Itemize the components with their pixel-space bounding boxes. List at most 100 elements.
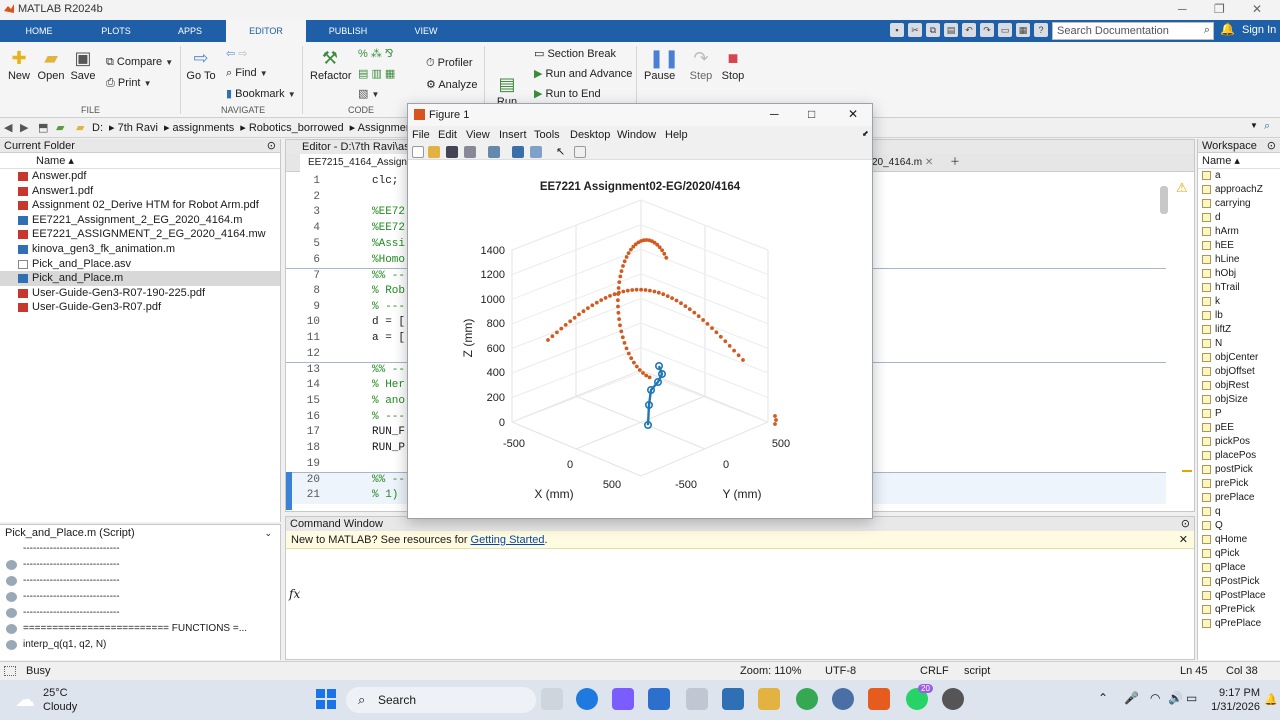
workspace-variable[interactable]: pEE (1198, 421, 1280, 435)
figure-minimize-icon[interactable]: ─ (770, 107, 779, 121)
help-icon[interactable]: ? (1034, 23, 1048, 37)
workspace-variable[interactable]: objCenter (1198, 351, 1280, 365)
copy-icon[interactable]: ⧉ (926, 23, 940, 37)
address-dropdown-icon[interactable]: ▼ (1250, 121, 1258, 130)
breadcrumb-item[interactable]: assignments (173, 122, 235, 134)
run-and-advance-button[interactable]: ▶ Run and Advance (534, 67, 632, 80)
code-tools-icons[interactable]: % ⁂ ⅋ (358, 47, 393, 60)
panel-menu-icon[interactable]: ⊙ (1267, 139, 1276, 153)
detail-line[interactable]: ----------------------------- (0, 557, 280, 573)
file-item[interactable]: EE7221_ASSIGNMENT_2_EG_2020_4164.mw (0, 227, 280, 242)
line-ending-status[interactable]: CRLF (920, 665, 949, 677)
cloud-weather-icon[interactable]: ☁ (15, 687, 35, 712)
workspace-variable[interactable]: objOffset (1198, 365, 1280, 379)
file-item[interactable]: EE7221_Assignment_2_EG_2020_4164.m (0, 213, 280, 228)
wifi-icon[interactable]: ◠ (1150, 691, 1160, 705)
profiler-button[interactable]: ⏱ Profiler (426, 57, 473, 70)
detail-line[interactable]: ----------------------------- (0, 605, 280, 621)
workspace-variable[interactable]: hTrail (1198, 281, 1280, 295)
section-break-button[interactable]: ▭ Section Break (534, 47, 616, 60)
file-explorer-icon[interactable] (758, 688, 780, 710)
file-item[interactable]: Answer.pdf (0, 169, 280, 184)
function-prompt-icon[interactable]: fx (289, 587, 300, 601)
workspace-variable[interactable]: prePlace (1198, 491, 1280, 505)
detail-line[interactable]: ----------------------------- (0, 541, 280, 557)
matlab-taskbar-icon[interactable] (868, 688, 890, 710)
clock-date[interactable]: 1/31/2026 (1204, 701, 1260, 713)
workspace-variable[interactable]: hLine (1198, 253, 1280, 267)
detail-line[interactable]: interp_q(q1, q2, N) (0, 637, 280, 653)
file-item-selected[interactable]: Pick_and_Place.m (0, 271, 280, 286)
breadcrumb-item[interactable]: Robotics_borrowed (249, 122, 344, 134)
breadcrumb-item[interactable]: Assignmen (358, 122, 412, 134)
workspace-variable[interactable]: lb (1198, 309, 1280, 323)
getting-started-link[interactable]: Getting Started (471, 534, 545, 546)
menu-help[interactable]: Help (665, 129, 688, 141)
dock-arrow-icon[interactable]: ⬋ (862, 129, 869, 138)
menu-tools[interactable]: Tools (534, 129, 560, 141)
workspace-variable[interactable]: objSize (1198, 393, 1280, 407)
sign-in-link[interactable]: Sign In (1242, 24, 1276, 36)
browse-folder-icon[interactable]: ▰ (56, 121, 64, 134)
refactor-button[interactable]: ⚒ Refactor (310, 48, 352, 82)
name-column-header[interactable]: Name ▴ (0, 153, 280, 169)
notifications-icon[interactable]: 🔔 (1264, 693, 1278, 706)
workspace-variable[interactable]: approachZ (1198, 183, 1280, 197)
tab-editor[interactable]: EDITOR (226, 20, 306, 42)
bookmark-button[interactable]: ▮ Bookmark ▼ (226, 87, 296, 100)
encoding-status[interactable]: UTF-8 (825, 665, 856, 677)
edge-browser-icon[interactable] (576, 688, 598, 710)
cut-icon[interactable]: ✂ (908, 23, 922, 37)
tab-plots[interactable]: PLOTS (78, 20, 154, 42)
visual-studio-icon[interactable] (722, 688, 744, 710)
print-button[interactable]: ⎙ Print ▼ (106, 77, 151, 90)
menu-window[interactable]: Window (617, 129, 656, 141)
search-folder-icon[interactable]: ⌕ (1264, 120, 1270, 133)
forward-arrow-icon[interactable]: ⇨ (238, 48, 247, 60)
indent-icons[interactable]: ▤ ▥ ▦ (358, 67, 395, 80)
temperature[interactable]: 25°C (43, 687, 68, 699)
detail-line[interactable]: ----------------------------- (0, 573, 280, 589)
outlook-icon[interactable] (648, 688, 670, 710)
menu-edit[interactable]: Edit (438, 129, 457, 141)
workspace-variable[interactable]: qPlace (1198, 561, 1280, 575)
menu-insert[interactable]: Insert (499, 129, 527, 141)
back-arrow-icon[interactable]: ⇦ (226, 48, 235, 60)
open-icon[interactable] (428, 146, 440, 158)
undo-icon[interactable]: ↶ (962, 23, 976, 37)
tab-publish[interactable]: PUBLISH (306, 20, 390, 42)
link-plot-icon[interactable] (488, 146, 500, 158)
pause-button[interactable]: ❚❚ Pause (644, 48, 679, 82)
tab-apps[interactable]: APPS (154, 20, 226, 42)
panel-menu-icon[interactable]: ⊙ (267, 139, 276, 153)
menu-view[interactable]: View (466, 129, 490, 141)
warning-icon[interactable]: ⚠ (1176, 180, 1188, 196)
workspace-variable[interactable]: prePick (1198, 477, 1280, 491)
up-folder-icon[interactable]: ⬒ (38, 121, 48, 134)
detail-line[interactable]: ----------------------------- (0, 589, 280, 605)
minimize-icon[interactable]: ─ (1178, 2, 1187, 16)
editor-tab[interactable]: EE7215_4164_Assignm (300, 154, 424, 172)
open-button[interactable]: ▰ Open (36, 48, 66, 82)
analyze-button[interactable]: ⚙ Analyze (426, 78, 477, 91)
back-icon[interactable]: ◀ (4, 121, 12, 134)
save-button[interactable]: ▣ Save (70, 48, 96, 82)
workspace-variable[interactable]: qPick (1198, 547, 1280, 561)
file-item[interactable]: Answer1.pdf (0, 184, 280, 199)
workspace-variable[interactable]: d (1198, 211, 1280, 225)
paste-icon[interactable]: ▤ (944, 23, 958, 37)
detail-line[interactable]: ========================= FUNCTIONS =... (0, 621, 280, 637)
back-forward-buttons[interactable]: ⇦ ⇨ (226, 47, 248, 60)
plot-axes[interactable]: EE7221 Assignment02-EG/2020/4164 1400 12… (408, 160, 872, 516)
colorbar-icon[interactable] (512, 146, 524, 158)
workspace-variable[interactable]: k (1198, 295, 1280, 309)
workspace-variable[interactable]: liftZ (1198, 323, 1280, 337)
file-type-status[interactable]: script (964, 665, 990, 677)
file-item[interactable]: kinova_gen3_fk_animation.m (0, 242, 280, 257)
find-button[interactable]: ⌕ Find ▼ (226, 67, 268, 80)
workspace-variable[interactable]: qPostPick (1198, 575, 1280, 589)
workspace-variable[interactable]: qPrePlace (1198, 617, 1280, 631)
go-to-button[interactable]: ⇨ Go To (186, 48, 216, 82)
new-button[interactable]: ✚ New (6, 48, 32, 82)
tab-view[interactable]: VIEW (390, 20, 462, 42)
